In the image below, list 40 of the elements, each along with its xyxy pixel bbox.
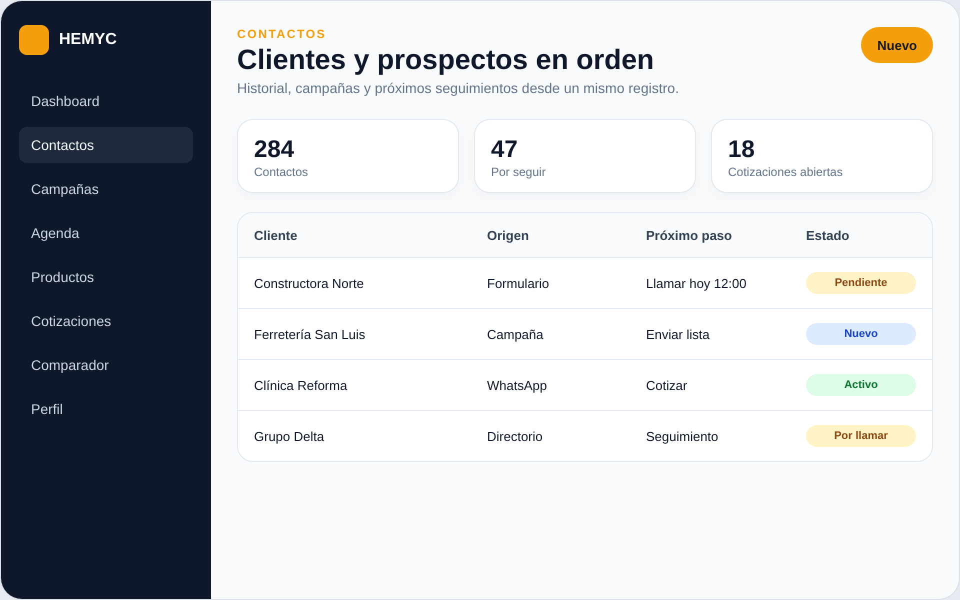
table-cell: Enviar lista	[646, 326, 710, 342]
table-cell: Formulario	[487, 276, 550, 290]
nav-item[interactable]: Campañas	[19, 171, 193, 207]
table-cell: Directorio	[487, 428, 543, 444]
status-badge: Pendiente	[806, 272, 916, 294]
stat-label: Cotizaciones abiertas	[728, 165, 844, 179]
column-header: Estado	[806, 228, 850, 242]
nav-item[interactable]: Agenda	[19, 215, 193, 251]
nav-item[interactable]: Dashboard	[19, 83, 193, 119]
logo-icon	[19, 25, 49, 55]
table-cell: Seguimiento	[646, 428, 718, 444]
stat-value: 18	[728, 136, 756, 164]
stat-label: Por seguir	[491, 165, 547, 179]
status-badge: Por llamar	[806, 425, 916, 447]
nav-item[interactable]: Productos	[19, 259, 193, 295]
table-cell: Constructora Norte	[254, 276, 364, 290]
page-subtitle: Historial, campañas y próximos seguimientos desde un mismo registro.	[237, 79, 679, 97]
nav-item[interactable]: Cotizaciones	[19, 303, 193, 339]
table-cell: Campaña	[487, 326, 544, 342]
table-cell: Clínica Reforma	[254, 378, 348, 392]
page-title: Clientes y prospectos en orden	[237, 43, 655, 77]
table-cell: Grupo Delta	[254, 428, 324, 444]
stat-label: Contactos	[254, 165, 310, 179]
status-badge: Activo	[806, 374, 916, 396]
nav-item[interactable]: Contactos	[19, 127, 193, 163]
column-header: Próximo paso	[646, 228, 732, 242]
stat-value: 47	[491, 136, 519, 164]
table-cell: Cotizar	[646, 378, 688, 392]
table-cell: Ferretería San Luis	[254, 326, 366, 342]
table-cell: WhatsApp	[487, 378, 547, 392]
section-label: CONTACTOS	[237, 27, 328, 41]
table-cell: Llamar hoy 12:00	[646, 276, 746, 290]
column-header: Cliente	[254, 228, 298, 242]
stat-value: 284	[254, 136, 296, 164]
nav-item[interactable]: Perfil	[19, 391, 193, 427]
status-badge: Nuevo	[806, 323, 916, 345]
column-header: Origen	[487, 228, 529, 242]
nav-item[interactable]: Comparador	[19, 347, 193, 383]
brand-name: HEMYC	[59, 31, 117, 49]
new-button[interactable]: Nuevo	[861, 27, 933, 63]
